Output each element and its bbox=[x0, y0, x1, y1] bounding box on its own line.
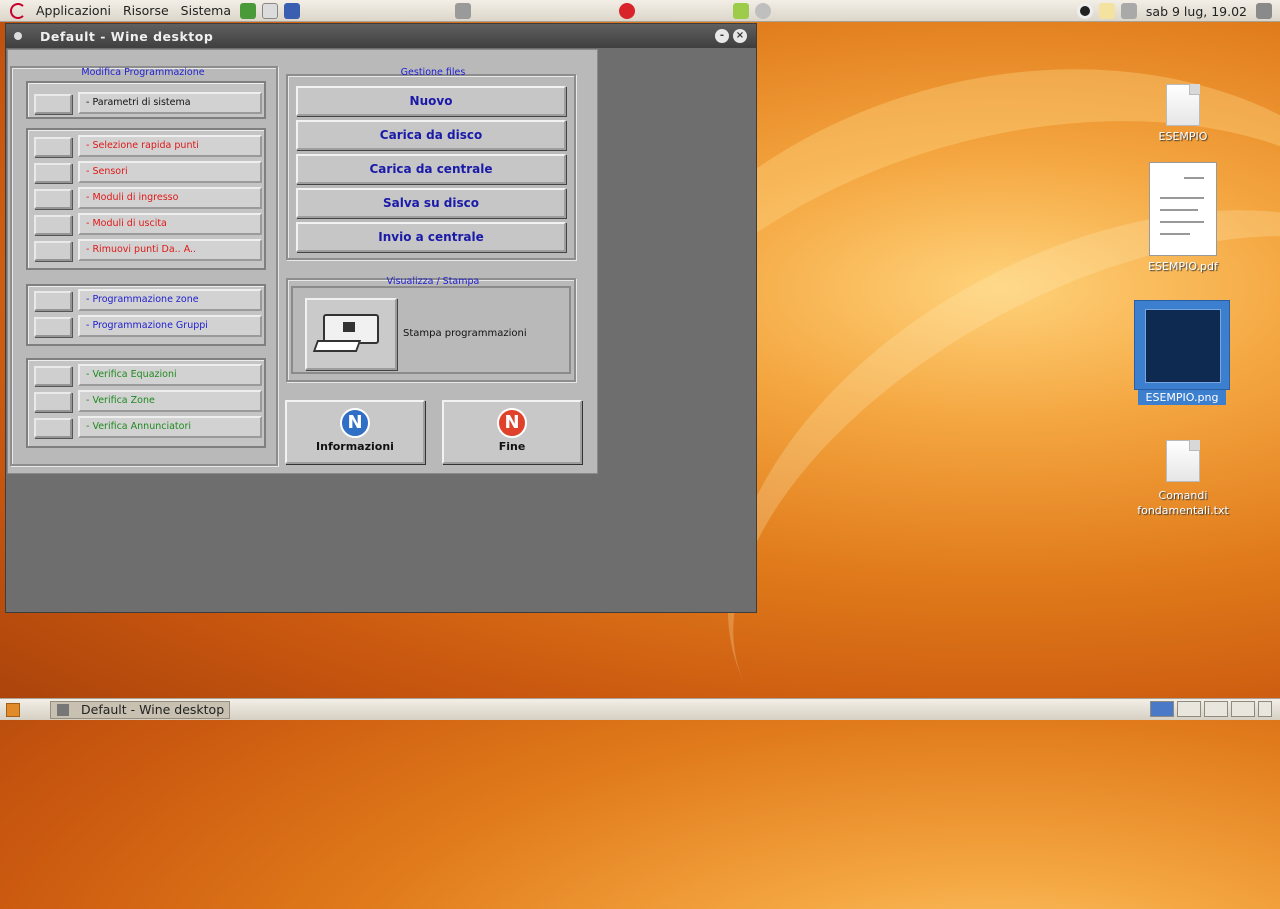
informazioni-label: Informazioni bbox=[316, 440, 394, 453]
carica-da-disco-button[interactable]: Carica da disco bbox=[296, 120, 566, 150]
taskbar-item-wine[interactable]: Default - Wine desktop bbox=[50, 700, 230, 719]
close-button[interactable]: × bbox=[733, 29, 747, 43]
pdf-thumbnail-icon bbox=[1149, 162, 1217, 256]
desktop-icon-label: ESEMPIO.pdf bbox=[1148, 260, 1218, 273]
wine-desktop-window: Default - Wine desktop - × Modifica Prog… bbox=[5, 23, 757, 613]
rimuovi-punti-label: - Rimuovi punti Da.. A.. bbox=[78, 239, 262, 261]
desktop-icon-esempio-png[interactable] bbox=[1134, 300, 1230, 390]
programmazione-zone-button[interactable] bbox=[34, 291, 72, 311]
rimuovi-punti-button[interactable] bbox=[34, 241, 72, 261]
invio-a-centrale-button[interactable]: Invio a centrale bbox=[296, 222, 566, 252]
top-panel: Applicazioni Risorse Sistema sab 9 lug, … bbox=[0, 0, 1280, 22]
window-title: Default - Wine desktop bbox=[40, 28, 214, 44]
fine-logo-icon: N bbox=[497, 408, 527, 438]
desktop-icon-comandi-txt[interactable]: Comandi fondamentali.txt bbox=[1124, 440, 1242, 518]
fine-button[interactable]: N Fine bbox=[442, 400, 582, 464]
verifica-zone-label: - Verifica Zone bbox=[78, 390, 262, 412]
record-icon[interactable] bbox=[1076, 3, 1093, 19]
carica-da-centrale-button[interactable]: Carica da centrale bbox=[296, 154, 566, 184]
parametri-sistema-label: - Parametri di sistema bbox=[78, 92, 262, 114]
text-file-icon bbox=[1166, 440, 1200, 482]
verifica-equazioni-button[interactable] bbox=[34, 366, 72, 386]
stop-record-icon[interactable] bbox=[619, 2, 635, 19]
workspace-switcher bbox=[1147, 701, 1272, 717]
desktop-icon-label: ESEMPIO bbox=[1158, 130, 1208, 143]
desktop-icon-esempio-pdf[interactable]: ESEMPIO.pdf bbox=[1128, 162, 1238, 273]
informazioni-button[interactable]: N Informazioni bbox=[285, 400, 425, 464]
clock[interactable]: sab 9 lug, 19.02 bbox=[1140, 4, 1253, 19]
power-icon[interactable] bbox=[1256, 3, 1272, 19]
parametri-sistema-button[interactable] bbox=[34, 94, 72, 114]
moduli-ingresso-button[interactable] bbox=[34, 189, 72, 209]
window-titlebar[interactable]: Default - Wine desktop bbox=[6, 24, 756, 48]
desktop-icon-esempio[interactable]: ESEMPIO bbox=[1128, 84, 1238, 143]
selezione-rapida-label: - Selezione rapida punti bbox=[78, 135, 262, 157]
info-logo-icon: N bbox=[340, 408, 370, 438]
verifica-annunciatori-label: - Verifica Annunciatori bbox=[78, 416, 262, 438]
taskbar-item-label: Default - Wine desktop bbox=[81, 702, 225, 717]
stampa-button[interactable] bbox=[305, 298, 397, 370]
image-thumbnail-icon bbox=[1145, 309, 1221, 383]
printer-slot-icon bbox=[343, 322, 355, 332]
sensori-label: - Sensori bbox=[78, 161, 262, 183]
trash-icon[interactable] bbox=[1258, 701, 1272, 717]
distro-logo-icon[interactable] bbox=[10, 2, 26, 19]
programmazione-zone-label: - Programmazione zone bbox=[78, 289, 262, 311]
workspace-2[interactable] bbox=[1177, 701, 1201, 717]
document-icon bbox=[1166, 84, 1200, 126]
desktop-icon-label: ESEMPIO.png bbox=[1138, 390, 1226, 405]
printer-tray-icon bbox=[312, 340, 362, 352]
show-desktop-icon[interactable] bbox=[6, 702, 20, 717]
window-menu-icon[interactable] bbox=[14, 32, 22, 40]
moduli-ingresso-label: - Moduli di ingresso bbox=[78, 187, 262, 209]
menu-applicazioni[interactable]: Applicazioni bbox=[30, 3, 117, 18]
network-icon[interactable] bbox=[455, 2, 471, 19]
programmazione-gruppi-label: - Programmazione Gruppi bbox=[78, 315, 262, 337]
stampa-label: Stampa programmazioni bbox=[403, 328, 527, 339]
application-main: Modifica Programmazione - Parametri di s… bbox=[7, 49, 598, 474]
salva-su-disco-button[interactable]: Salva su disco bbox=[296, 188, 566, 218]
browser-launcher-icon[interactable] bbox=[240, 2, 257, 19]
nuovo-button[interactable]: Nuovo bbox=[296, 86, 566, 116]
modifica-programmazione-title: Modifica Programmazione bbox=[81, 67, 205, 78]
update-icon[interactable] bbox=[733, 2, 749, 19]
wine-task-icon bbox=[57, 703, 69, 716]
stampa-panel: Stampa programmazioni bbox=[291, 286, 571, 374]
mail-launcher-icon[interactable] bbox=[262, 2, 279, 19]
desktop-icon-label: Comandi fondamentali.txt bbox=[1137, 489, 1229, 517]
fine-label: Fine bbox=[498, 440, 526, 453]
verifica-equazioni-label: - Verifica Equazioni bbox=[78, 364, 262, 386]
workspace-4[interactable] bbox=[1231, 701, 1255, 717]
notes-icon[interactable] bbox=[1098, 3, 1115, 19]
bottom-panel: Default - Wine desktop bbox=[0, 698, 1280, 720]
workspace-3[interactable] bbox=[1204, 701, 1228, 717]
workspace-1[interactable] bbox=[1150, 701, 1174, 717]
selezione-rapida-button[interactable] bbox=[34, 137, 72, 157]
file-buttons-container: Nuovo Carica da disco Carica da centrale… bbox=[286, 74, 576, 260]
programmazione-gruppi-button[interactable] bbox=[34, 317, 72, 337]
moduli-uscita-label: - Moduli di uscita bbox=[78, 213, 262, 235]
volume-icon[interactable] bbox=[1120, 3, 1137, 19]
verifica-zone-button[interactable] bbox=[34, 392, 72, 412]
verifica-annunciatori-button[interactable] bbox=[34, 418, 72, 438]
menu-sistema[interactable]: Sistema bbox=[175, 3, 237, 18]
app-launcher-icon[interactable] bbox=[284, 2, 301, 19]
menu-risorse[interactable]: Risorse bbox=[117, 3, 175, 18]
clipboard-icon[interactable] bbox=[755, 2, 771, 19]
sensori-button[interactable] bbox=[34, 163, 72, 183]
moduli-uscita-button[interactable] bbox=[34, 215, 72, 235]
minimize-button[interactable]: - bbox=[715, 29, 729, 43]
system-tray: sab 9 lug, 19.02 bbox=[1074, 0, 1280, 22]
